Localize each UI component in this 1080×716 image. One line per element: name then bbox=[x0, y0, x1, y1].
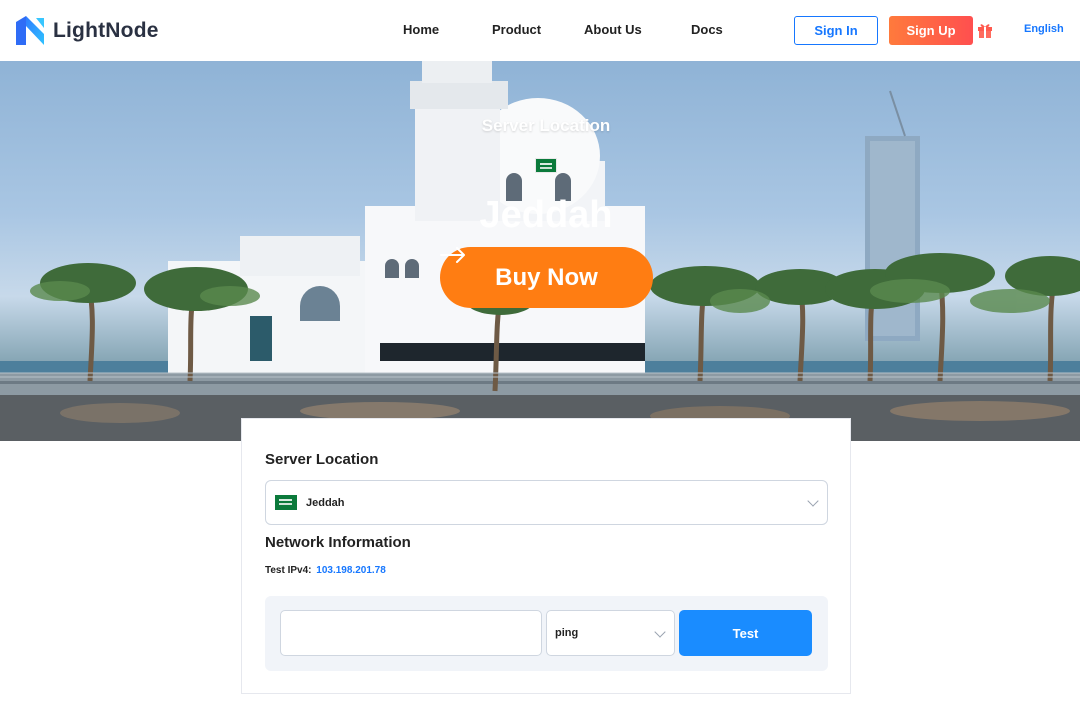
sign-up-button[interactable]: Sign Up bbox=[889, 16, 973, 45]
lightnode-logo-icon bbox=[14, 16, 46, 45]
nav-about-us[interactable]: About Us bbox=[584, 22, 642, 37]
test-method-select[interactable]: ping bbox=[546, 610, 675, 656]
location-select-value: Jeddah bbox=[306, 496, 345, 509]
test-ipv4-value[interactable]: 103.198.201.78 bbox=[316, 565, 386, 576]
hero-title: Jeddah bbox=[479, 194, 613, 236]
top-navbar: LightNode Home Product About Us Docs Sig… bbox=[0, 0, 1080, 61]
buy-now-button[interactable]: Buy Now bbox=[440, 247, 653, 308]
saudi-arabia-flag-icon bbox=[535, 158, 557, 173]
nav-product[interactable]: Product bbox=[492, 22, 541, 37]
arrow-right-icon bbox=[440, 247, 465, 263]
saudi-arabia-flag-icon bbox=[275, 495, 297, 510]
network-test-panel: ping Test bbox=[265, 596, 828, 671]
server-info-card: Server Location Jeddah Network Informati… bbox=[241, 418, 851, 694]
test-ipv4-label: Test IPv4: bbox=[265, 565, 312, 576]
location-select[interactable]: Jeddah bbox=[265, 480, 828, 525]
language-switcher[interactable]: English bbox=[1024, 23, 1064, 35]
chevron-down-icon bbox=[807, 495, 819, 507]
sign-in-button[interactable]: Sign In bbox=[794, 16, 878, 45]
test-button[interactable]: Test bbox=[679, 610, 812, 656]
nav-docs[interactable]: Docs bbox=[691, 22, 723, 37]
nav-home[interactable]: Home bbox=[403, 22, 439, 37]
hero-subtitle: Server Location bbox=[481, 116, 611, 135]
test-target-input[interactable] bbox=[280, 610, 542, 656]
test-ipv4-row: Test IPv4: 103.198.201.78 bbox=[265, 565, 386, 576]
test-method-value: ping bbox=[555, 627, 579, 639]
brand-logo[interactable]: LightNode bbox=[14, 16, 159, 45]
network-information-heading: Network Information bbox=[265, 534, 411, 551]
server-location-heading: Server Location bbox=[265, 451, 379, 468]
hero-banner: Server Location Jeddah Buy Now bbox=[0, 61, 1080, 441]
chevron-down-icon bbox=[654, 626, 666, 638]
brand-name: LightNode bbox=[53, 18, 159, 42]
gift-icon[interactable] bbox=[977, 21, 993, 39]
buy-now-label: Buy Now bbox=[495, 263, 598, 291]
